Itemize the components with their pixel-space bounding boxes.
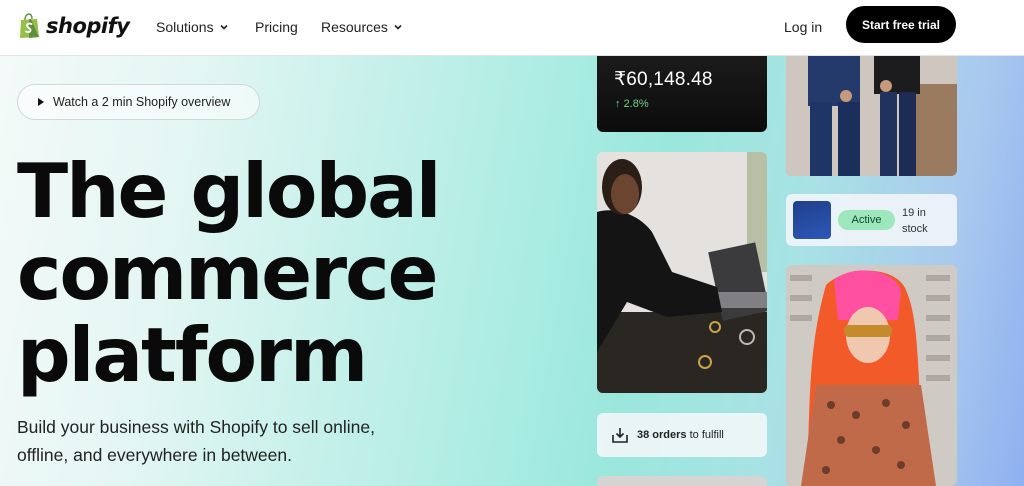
sales-change: ↑ 2.8% bbox=[615, 98, 649, 110]
nav-resources-label: Resources bbox=[321, 19, 388, 35]
sales-card: ₹60,148.48 ↑ 2.8% bbox=[597, 44, 767, 132]
orders-card: 38 orders to fulfill bbox=[597, 413, 767, 457]
headline-line-1: The global bbox=[17, 147, 441, 235]
arrow-up-icon: ↑ bbox=[615, 98, 624, 110]
hero-subtext: Build your business with Shopify to sell… bbox=[17, 417, 375, 465]
status-badge: Active bbox=[838, 210, 895, 230]
sales-change-value: 2.8% bbox=[623, 98, 649, 110]
shopify-logo[interactable]: shopify bbox=[18, 13, 130, 39]
sales-value: ₹60,148.48 bbox=[614, 69, 713, 90]
nav-pricing[interactable]: Pricing bbox=[255, 19, 298, 35]
logo-wordmark: shopify bbox=[46, 14, 130, 38]
inventory-card: Active 19 in stock bbox=[786, 194, 957, 246]
photo-jewelry-image bbox=[597, 152, 767, 393]
nav-solutions-label: Solutions bbox=[156, 19, 214, 35]
orders-text: 38 orders to fulfill bbox=[637, 429, 724, 441]
chevron-down-icon bbox=[220, 24, 228, 30]
next-card-preview bbox=[597, 476, 767, 486]
login-link[interactable]: Log in bbox=[784, 19, 822, 35]
start-free-trial-button[interactable]: Start free trial bbox=[846, 6, 956, 43]
headline-line-2: commerce bbox=[17, 229, 438, 317]
photo-eyewear-image bbox=[786, 265, 957, 486]
headline-line-3: platform bbox=[17, 311, 368, 399]
hero-headline: The global commerce platform bbox=[17, 147, 441, 399]
stock-count: 19 in stock bbox=[902, 207, 928, 235]
orders-count: 38 orders bbox=[637, 429, 687, 441]
nav-pricing-label: Pricing bbox=[255, 19, 298, 35]
shopify-bag-icon bbox=[20, 13, 39, 38]
merchant-photo-team bbox=[786, 44, 957, 176]
nav-resources[interactable]: Resources bbox=[321, 19, 403, 35]
orders-suffix: to fulfill bbox=[689, 429, 724, 441]
play-icon bbox=[38, 98, 44, 106]
nav-solutions[interactable]: Solutions bbox=[156, 19, 229, 35]
merchant-photo-jewelry bbox=[597, 152, 767, 393]
top-nav-bar: shopify Solutions Pricing Resources Log … bbox=[0, 0, 1024, 56]
download-tray-icon bbox=[612, 428, 628, 443]
photo-team-image bbox=[786, 44, 957, 176]
watch-overview-button[interactable]: Watch a 2 min Shopify overview bbox=[17, 84, 260, 120]
chevron-down-icon bbox=[394, 24, 402, 30]
watch-overview-label: Watch a 2 min Shopify overview bbox=[53, 95, 231, 109]
merchant-photo-eyewear bbox=[786, 265, 957, 486]
product-thumbnail bbox=[793, 201, 831, 239]
